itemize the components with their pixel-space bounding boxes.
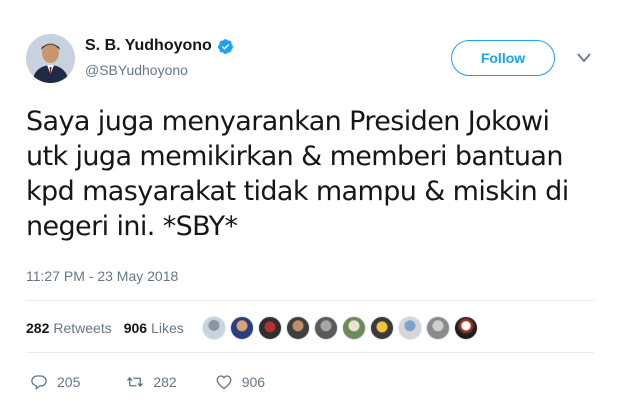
- chevron-down-icon[interactable]: [577, 52, 591, 64]
- likes-count: 906: [123, 320, 148, 336]
- author-name-row: S. B. Yudhoyono: [85, 37, 234, 55]
- like-button[interactable]: 906: [215, 373, 265, 391]
- liker-avatar[interactable]: [342, 316, 366, 340]
- reply-icon: [31, 375, 47, 391]
- avatar-photo: [26, 34, 75, 83]
- retweets-label: Retweets: [53, 320, 112, 336]
- liker-avatar[interactable]: [454, 316, 478, 340]
- author-display-name[interactable]: S. B. Yudhoyono: [85, 37, 212, 55]
- liker-avatar[interactable]: [370, 316, 394, 340]
- liker-avatar[interactable]: [286, 316, 310, 340]
- tweet-timestamp[interactable]: 11:27 PM - 23 May 2018: [26, 268, 178, 284]
- tweet-text: Saya juga menyarankan Presiden Jokowi ut…: [26, 106, 569, 242]
- retweet-button[interactable]: 282: [126, 373, 177, 391]
- tweet-actions: 205 282 906: [30, 373, 265, 391]
- liker-avatar[interactable]: [426, 316, 450, 340]
- heart-icon: [216, 375, 232, 390]
- reply-count: 205: [57, 374, 81, 390]
- retweets-count: 282: [26, 320, 50, 336]
- tweet-stats: 282 Retweets 906 Likes: [26, 320, 184, 336]
- likers-avatars: [202, 316, 482, 340]
- author-handle[interactable]: @SBYudhoyono: [85, 62, 188, 78]
- liker-avatar[interactable]: [398, 316, 422, 340]
- reply-button[interactable]: 205: [30, 373, 80, 391]
- retweet-count: 282: [153, 374, 177, 390]
- likes-stat[interactable]: 906 Likes: [124, 320, 184, 336]
- retweet-icon: [127, 377, 144, 387]
- like-count: 906: [241, 374, 266, 390]
- author-avatar[interactable]: [26, 34, 75, 83]
- liker-avatar[interactable]: [314, 316, 338, 340]
- divider-bottom: [26, 352, 594, 353]
- verified-badge-icon: [217, 38, 233, 54]
- retweets-stat[interactable]: 282 Retweets: [26, 320, 112, 336]
- follow-button[interactable]: Follow: [451, 40, 555, 76]
- liker-avatar[interactable]: [230, 316, 254, 340]
- liker-avatar[interactable]: [258, 316, 282, 340]
- divider-top: [26, 300, 594, 301]
- liker-avatar[interactable]: [202, 316, 226, 340]
- likes-label: Likes: [151, 320, 184, 336]
